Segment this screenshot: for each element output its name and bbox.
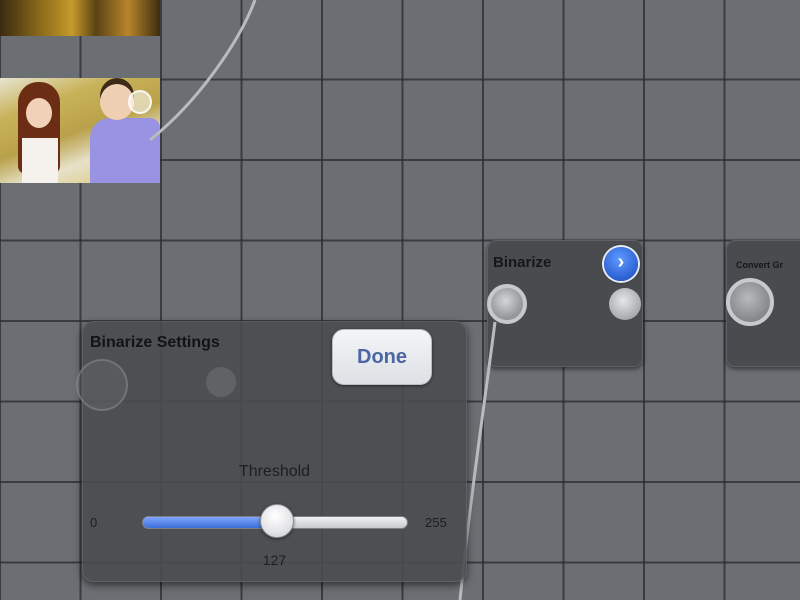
chevron-right-icon: › [617,251,625,273]
photo-face [26,98,52,128]
done-button[interactable]: Done [332,329,432,385]
slider-value: 127 [262,552,287,568]
node-info-button[interactable]: › [604,247,638,281]
binarize-input-port[interactable] [487,284,527,324]
binarize-output-port[interactable] [609,288,641,320]
wire-top [149,0,257,142]
threshold-slider-fill [143,517,275,528]
source-output-port[interactable] [128,90,152,114]
slider-label: Threshold [238,463,311,480]
binarize-node[interactable]: Binarize › [487,240,643,367]
ghost-port [76,359,128,411]
convert-input-port[interactable] [726,278,774,326]
settings-title: Binarize Settings [90,334,220,351]
slider-min-label: 0 [90,515,98,530]
photo-figure-left [22,138,58,183]
node-title: Binarize [493,254,552,271]
image-thumbnail-top[interactable] [0,0,160,36]
slider-max-label: 255 [425,515,447,530]
node-title: Convert Gr [736,260,784,270]
convert-node[interactable]: Convert Gr [726,240,800,367]
graph-canvas[interactable]: Binarize › Convert Gr Binarize Settings … [0,0,800,600]
settings-panel: Binarize Settings Done Threshold 0 255 1… [76,321,467,582]
ghost-port [206,367,236,397]
photo-figure-right [90,118,160,183]
threshold-slider-thumb[interactable] [259,504,294,538]
source-image-node[interactable] [0,78,160,183]
